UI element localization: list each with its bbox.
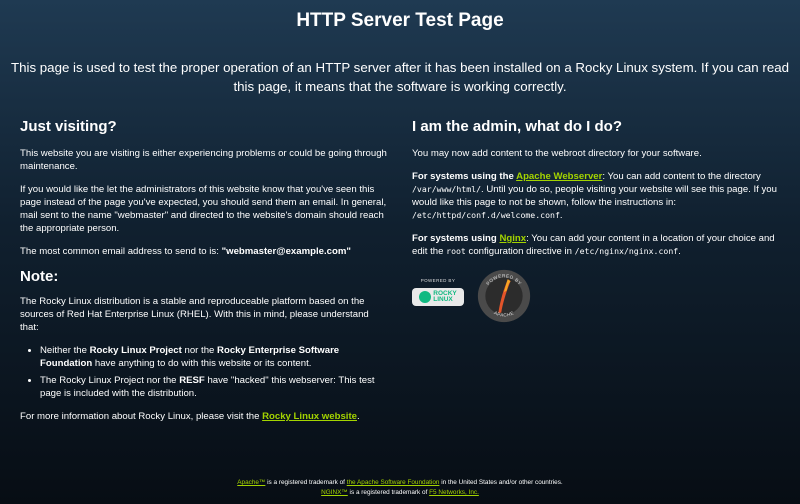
- nginx-paragraph: For systems using Nginx: You can add you…: [412, 232, 790, 258]
- page-title: HTTP Server Test Page: [296, 10, 504, 31]
- resf-text: RESF: [179, 375, 205, 386]
- email-paragraph: The most common email address to send to…: [20, 245, 390, 258]
- just-visiting-heading: Just visiting?: [20, 118, 117, 135]
- footer-text: in the United States and/or other countr…: [439, 479, 563, 486]
- note-item-1: Neither the Rocky Linux Project nor the …: [40, 344, 390, 370]
- note-item-2: The Rocky Linux Project nor the RESF hav…: [40, 374, 390, 400]
- rocky-linux-website-link[interactable]: Rocky Linux website: [262, 411, 357, 422]
- note-item-text: have anything to do with this website or…: [92, 358, 312, 369]
- rocky-linux-icon: [419, 291, 432, 303]
- rocky-badge: ROCKY LINUX: [412, 288, 464, 306]
- more-info-suffix: .: [357, 411, 360, 422]
- html-dir-code: /var/www/html/: [412, 184, 482, 194]
- apache-paragraph: For systems using the Apache Webserver: …: [412, 170, 790, 222]
- powered-by-apache-logo: POWERED BY APACHE: [477, 269, 531, 323]
- footer-text: is a registered trademark of: [265, 479, 347, 486]
- apache-foundation-link[interactable]: the Apache Software Foundation: [347, 479, 440, 486]
- right-column: I am the admin, what do I do? You may no…: [412, 118, 790, 338]
- rocky-badge-text: ROCKY LINUX: [433, 290, 456, 303]
- note-item-text: Neither the: [40, 345, 90, 356]
- webmaster-email: "webmaster@example.com": [221, 246, 351, 257]
- nginx-trademark-link[interactable]: NGINX™: [321, 489, 348, 496]
- apache-webserver-link[interactable]: Apache Webserver: [516, 171, 602, 182]
- nginx-link[interactable]: Nginx: [499, 233, 526, 244]
- admin-paragraph-1: You may now add content to the webroot d…: [412, 148, 702, 159]
- nginx-prefix: For systems using: [412, 233, 500, 244]
- apache-text: : You can add content to the directory: [602, 171, 761, 182]
- nginx-text: .: [678, 246, 681, 257]
- logos-area: POWERED BY ROCKY LINUX POWERED BY APACHE: [412, 268, 790, 338]
- note-paragraph: The Rocky Linux distribution is a stable…: [20, 296, 369, 333]
- nginx-conf-code: /etc/nginx/nginx.conf: [574, 246, 679, 256]
- footer-line-2: NGINX™ is a registered trademark of F5 N…: [0, 488, 800, 498]
- note-item-text: nor the: [181, 345, 218, 356]
- visiting-paragraph-1: This website you are visiting is either …: [20, 148, 387, 172]
- apache-text: .: [559, 210, 563, 221]
- note-item-text: The Rocky Linux Project nor the: [40, 375, 180, 386]
- visiting-paragraph-2: If you would like the let the administra…: [20, 184, 387, 234]
- nginx-text: configuration directive in: [465, 246, 575, 257]
- apache-trademark-link[interactable]: Apache™: [237, 479, 265, 486]
- rocky-powered-text: POWERED BY: [420, 278, 456, 283]
- email-prefix: The most common email address to send to…: [20, 246, 222, 257]
- rocky-linux-project-text: Rocky Linux Project: [89, 345, 182, 356]
- f5-networks-link[interactable]: F5 Networks, Inc.: [429, 489, 479, 496]
- note-list: Neither the Rocky Linux Project nor the …: [20, 344, 390, 400]
- footer-line-1: Apache™ is a registered trademark of the…: [0, 478, 800, 488]
- footer: Apache™ is a registered trademark of the…: [0, 478, 800, 498]
- note-heading: Note:: [20, 268, 59, 285]
- footer-text: is a registered trademark of: [347, 489, 430, 496]
- admin-heading: I am the admin, what do I do?: [412, 118, 623, 135]
- intro-text: This page is used to test the proper ope…: [10, 60, 790, 94]
- rocky-line2: LINUX: [433, 296, 453, 303]
- more-info-paragraph: For more information about Rocky Linux, …: [20, 410, 390, 423]
- welcome-conf-code: /etc/httpd/conf.d/welcome.conf: [412, 210, 560, 220]
- apache-prefix: For systems using the: [412, 171, 517, 182]
- powered-by-rocky-linux-logo: POWERED BY ROCKY LINUX: [412, 274, 464, 306]
- more-info-text: For more information about Rocky Linux, …: [20, 411, 263, 422]
- root-code: root: [446, 246, 466, 256]
- left-column: Just visiting? This website you are visi…: [20, 118, 390, 433]
